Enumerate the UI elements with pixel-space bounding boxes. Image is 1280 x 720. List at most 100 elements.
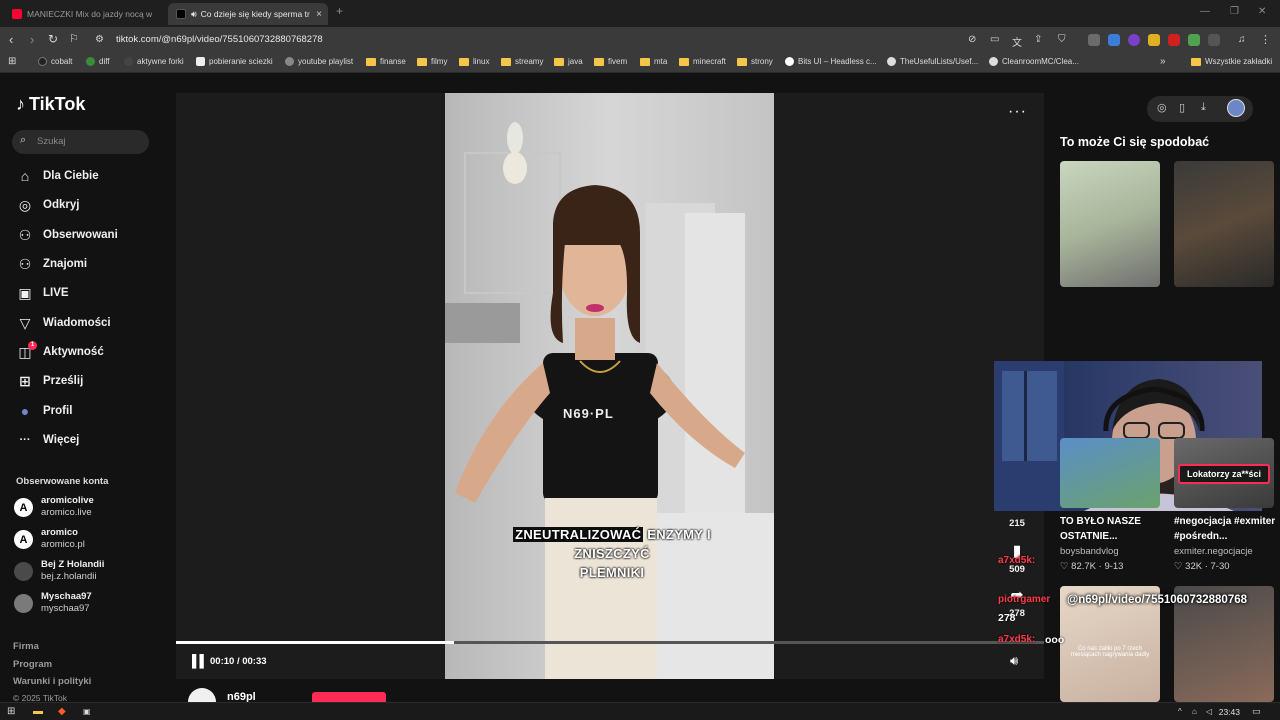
bookmark-bits-ui[interactable]: Bits UI – Headless c... xyxy=(785,57,877,66)
tray-arrow-icon[interactable]: ^ xyxy=(1178,707,1182,716)
bookmark-diff[interactable]: diff xyxy=(86,57,110,66)
nav-explore[interactable]: ◎ Odkryj xyxy=(16,194,156,216)
youtube-icon xyxy=(12,9,22,19)
bookmark-icon[interactable]: ⚐ xyxy=(69,32,79,45)
cobalt-icon xyxy=(38,57,47,66)
extension-icon[interactable] xyxy=(1128,34,1140,46)
bookmark-folder-mta[interactable]: mta xyxy=(640,57,667,66)
video-player[interactable]: N69·PL ZNEUTRALIZOWAĆ ENZYMY I ZNISZCZYĆ… xyxy=(176,93,1044,679)
shield-icon[interactable]: ⛉ xyxy=(1058,34,1066,45)
device-icon[interactable]: ▯ xyxy=(1179,101,1185,114)
nav-activity[interactable]: ◫ 1 Aktywność xyxy=(16,340,156,363)
sidebar-icon[interactable] xyxy=(1208,34,1220,46)
bookmark-folder-java[interactable]: java xyxy=(554,57,583,66)
tracking-off-icon[interactable]: ⊘ xyxy=(968,34,976,45)
extension-icon[interactable] xyxy=(1188,34,1200,46)
nav-live[interactable]: ▣ LIVE xyxy=(16,282,156,304)
nav-upload[interactable]: ⊞ Prześlij xyxy=(16,370,156,392)
recommended-author[interactable]: exmiter.negocjacje xyxy=(1174,546,1253,557)
bookmark-folder-fivem[interactable]: fivem xyxy=(594,57,627,66)
footer-link-company[interactable]: Firma xyxy=(13,641,39,652)
network-icon[interactable]: ⌂ xyxy=(1192,707,1197,716)
extension-icon[interactable] xyxy=(1108,34,1120,46)
nav-following[interactable]: ⚇ Obserwowani xyxy=(16,224,156,246)
followed-account[interactable]: A aromico aromico.pl xyxy=(14,527,164,555)
close-tab-icon[interactable]: × xyxy=(316,9,322,20)
back-icon[interactable]: ‹ xyxy=(9,32,13,47)
volume-icon[interactable]: 🔊︎ xyxy=(1010,653,1018,669)
nav-profile[interactable]: ● Profil xyxy=(16,400,156,422)
brave-icon[interactable]: ◆ xyxy=(58,706,66,717)
footer-link-program[interactable]: Program xyxy=(13,659,52,670)
extension-icon[interactable] xyxy=(1148,34,1160,46)
forward-icon[interactable]: › xyxy=(30,32,34,47)
more-options-button[interactable]: ··· xyxy=(1008,103,1027,121)
new-tab-button[interactable]: + xyxy=(336,4,343,18)
recommended-thumbnail[interactable] xyxy=(1060,161,1160,287)
comment-count: 215 xyxy=(1009,518,1025,529)
windows-start-icon[interactable]: ⊞ xyxy=(7,706,15,717)
pause-button[interactable]: ▌▌ xyxy=(192,654,208,668)
nav-for-you[interactable]: ⌂ Dla Ciebie xyxy=(16,165,156,187)
bookmark-usefullists[interactable]: TheUsefulLists/Usef... xyxy=(887,57,978,66)
followed-account[interactable]: Myschaa97 myschaa97 xyxy=(14,591,164,619)
recommended-video-title[interactable]: #negocjacja #exmiter #pośredn... xyxy=(1174,514,1278,544)
os-taskbar: ⊞ ▬ ◆ ▣ ^ ⌂ ◁ 23:43 ▭ xyxy=(0,702,1280,720)
tab-youtube[interactable]: MANIECZKI Mix do jazdy nocą w xyxy=(4,3,164,25)
share-icon[interactable]: ⇪ xyxy=(1034,34,1042,45)
bookmark-folder-streamy[interactable]: streamy xyxy=(501,57,543,66)
bookmark-folder-filmy[interactable]: filmy xyxy=(417,57,447,66)
video-frame[interactable]: N69·PL ZNEUTRALIZOWAĆ ENZYMY I ZNISZCZYĆ… xyxy=(445,93,774,679)
nav-friends[interactable]: ⚇ Znajomi xyxy=(16,253,156,275)
menu-icon[interactable]: ⋮ xyxy=(1260,33,1271,46)
tiktok-logo[interactable]: ♪ TikTok xyxy=(16,94,85,115)
minimize-icon[interactable]: — xyxy=(1200,6,1210,17)
recommended-thumbnail[interactable] xyxy=(1174,161,1274,287)
notifications-icon[interactable]: ▭ xyxy=(1252,706,1261,717)
followed-account[interactable]: Bej Z Holandii bej.z.holandii xyxy=(14,559,164,587)
url-input[interactable]: tiktok.com/@n69pl/video/7551060732880768… xyxy=(116,34,323,45)
site-settings-icon[interactable]: ⚙ xyxy=(95,34,104,45)
bookmark-youtube-playlist[interactable]: youtube playlist xyxy=(285,57,353,66)
recommended-video-title[interactable]: TO BYŁO NASZE OSTATNIE... xyxy=(1060,514,1160,544)
coin-icon[interactable]: ◎ xyxy=(1157,101,1167,114)
file-explorer-icon[interactable]: ▬ xyxy=(33,706,43,717)
video-image xyxy=(445,93,774,679)
nav-more[interactable]: ··· Więcej xyxy=(16,429,156,451)
search-input[interactable]: ⌕ Szukaj xyxy=(12,130,149,154)
bookmark-folder-linux[interactable]: linux xyxy=(459,57,489,66)
tab-tiktok[interactable]: 🔊︎ Co dzieje się kiedy sperma tr × xyxy=(168,3,328,25)
volume-tray-icon[interactable]: ◁ xyxy=(1206,707,1212,716)
bookmark-cleanroommc[interactable]: CleanroomMC/Clea... xyxy=(989,57,1079,66)
reload-icon[interactable]: ↻ xyxy=(48,32,58,46)
recommended-thumbnail[interactable] xyxy=(1060,438,1160,508)
follow-button[interactable] xyxy=(312,692,386,702)
speaker-icon: 🔊︎ xyxy=(191,8,197,19)
recommended-thumbnail[interactable]: Lokatorzy za**ści xyxy=(1174,438,1274,508)
footer-link-terms[interactable]: Warunki i polityki xyxy=(13,676,91,687)
translate-icon[interactable]: 文 xyxy=(1012,34,1022,49)
pause-extension-icon[interactable] xyxy=(1088,34,1100,46)
bookmark-cobalt[interactable]: cobalt xyxy=(38,57,72,66)
music-icon[interactable]: ♫ xyxy=(1238,34,1246,45)
bookmark-folder-minecraft[interactable]: minecraft xyxy=(679,57,726,66)
close-window-icon[interactable]: ✕ xyxy=(1258,6,1266,17)
maximize-icon[interactable]: ❐ xyxy=(1230,6,1239,17)
extension-icon[interactable] xyxy=(1168,34,1180,46)
bookmark-folder-finanse[interactable]: finanse xyxy=(366,57,406,66)
profile-avatar[interactable] xyxy=(1227,99,1245,117)
progress-bar[interactable] xyxy=(176,641,1044,644)
nav-messages[interactable]: ▽ Wiadomości xyxy=(16,312,156,334)
terminal-icon[interactable]: ▣ xyxy=(83,707,91,716)
download-icon[interactable]: ⤓ xyxy=(1201,101,1206,114)
followed-account[interactable]: A aromicolive aromico.live xyxy=(14,495,164,523)
apps-icon[interactable]: ⊞ xyxy=(8,56,16,67)
bookmark-pobieranie[interactable]: pobieranie sciezki xyxy=(196,57,273,66)
cast-icon[interactable]: ▭ xyxy=(990,34,999,45)
recommended-author[interactable]: boysbandvlog xyxy=(1060,546,1119,557)
bookmark-forks[interactable]: aktywne forki xyxy=(124,57,184,66)
bookmark-folder-strony[interactable]: strony xyxy=(737,57,773,66)
all-bookmarks-folder[interactable]: Wszystkie zakładki xyxy=(1191,57,1272,66)
more-bookmarks-icon[interactable]: » xyxy=(1160,56,1166,67)
tiktok-page: ♪ TikTok ⌕ Szukaj ⌂ Dla Ciebie ◎ Odkryj ⚇ O… xyxy=(0,74,1280,704)
